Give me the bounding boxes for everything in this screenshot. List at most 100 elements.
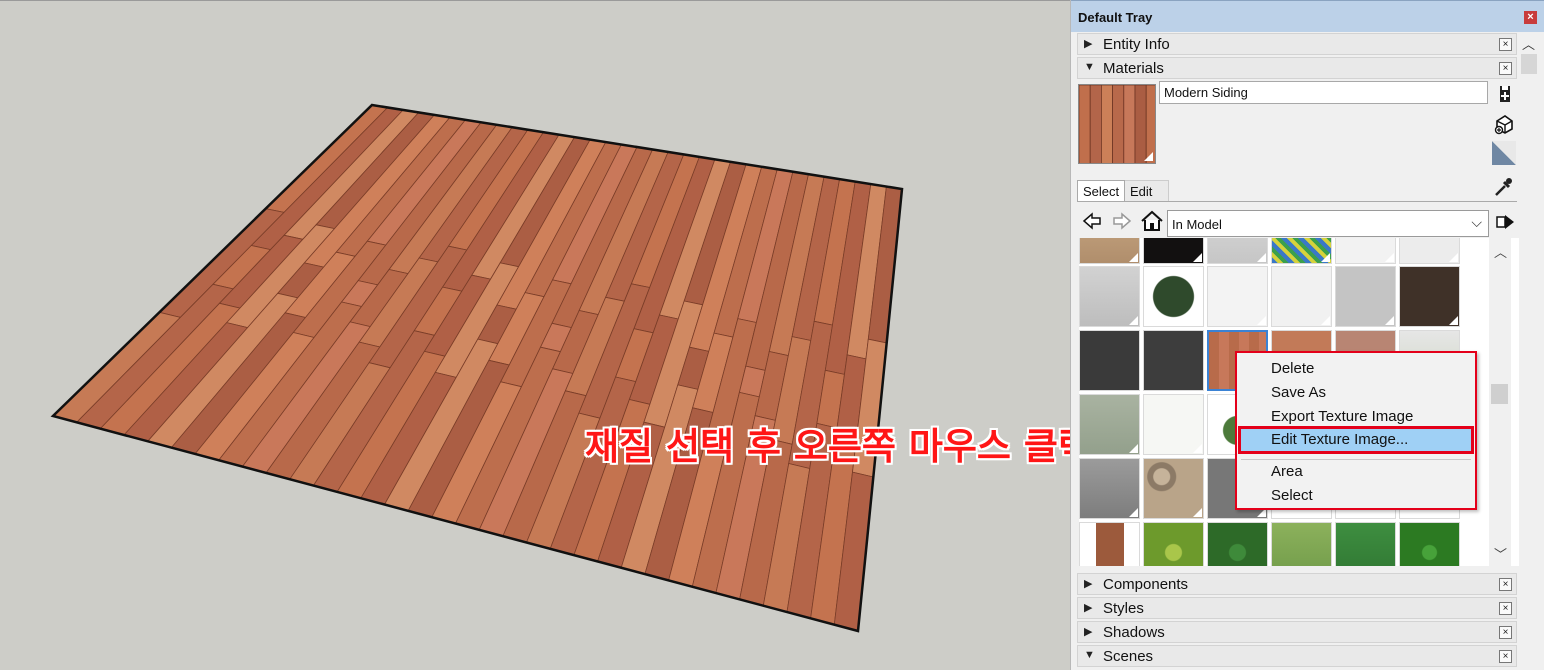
tray-title: Default Tray: [1078, 10, 1153, 25]
panel-label: Entity Info: [1103, 36, 1170, 53]
details-icon[interactable]: [1495, 211, 1517, 233]
preview-plank: [1100, 85, 1113, 163]
collapsed-triangle-icon: ▶: [1084, 578, 1093, 590]
material-swatch[interactable]: [1143, 458, 1204, 519]
material-swatch[interactable]: [1271, 266, 1332, 327]
menu-separator: [1241, 459, 1471, 460]
material-swatch[interactable]: [1143, 522, 1204, 566]
texture-corner-icon: [1193, 316, 1202, 325]
panel-close-button[interactable]: ×: [1499, 650, 1512, 663]
material-swatch[interactable]: [1335, 266, 1396, 327]
scroll-up-icon[interactable]: ︿: [1522, 34, 1535, 53]
grid-scroll-thumb[interactable]: [1491, 384, 1508, 404]
material-name-field[interactable]: Modern Siding: [1159, 81, 1488, 104]
tab-edit[interactable]: Edit: [1125, 180, 1169, 202]
default-tray: Default Tray × ︿ ▶ Entity Info × ▼ Mater…: [1070, 0, 1544, 670]
material-swatch[interactable]: [1207, 266, 1268, 327]
expanded-triangle-icon: ▼: [1084, 649, 1095, 661]
grid-scrollbar[interactable]: ︿ ﹀: [1489, 238, 1511, 566]
preview-plank: [1089, 85, 1102, 163]
panel-materials[interactable]: ▼ Materials ×: [1077, 57, 1517, 79]
material-swatch[interactable]: [1207, 522, 1268, 566]
context-menu: Delete Save As Export Texture Image Edit…: [1235, 351, 1477, 510]
home-icon[interactable]: [1140, 209, 1164, 233]
back-icon[interactable]: [1081, 210, 1103, 232]
tray-scrollbar[interactable]: ︿: [1519, 34, 1539, 670]
panel-label: Scenes: [1103, 648, 1154, 665]
material-swatch[interactable]: [1399, 522, 1460, 566]
panel-label: Materials: [1103, 60, 1164, 77]
panel-entity-info[interactable]: ▶ Entity Info ×: [1077, 33, 1517, 55]
panel-close-button[interactable]: ×: [1499, 38, 1512, 51]
material-swatch[interactable]: [1143, 266, 1204, 327]
panel-close-button[interactable]: ×: [1499, 602, 1512, 615]
eyedropper-icon[interactable]: [1492, 176, 1514, 198]
panel-styles[interactable]: ▶ Styles ×: [1077, 597, 1517, 619]
scroll-down-icon[interactable]: ﹀: [1494, 544, 1507, 563]
menu-item-edit-texture-image[interactable]: Edit Texture Image...: [1238, 426, 1474, 454]
material-swatch[interactable]: [1079, 330, 1140, 391]
collection-dropdown[interactable]: In Model ⌵: [1167, 210, 1489, 237]
menu-item-select[interactable]: Select: [1271, 487, 1313, 504]
texture-corner-icon: [1193, 444, 1202, 453]
wood-floor-model[interactable]: [0, 1, 1070, 670]
tray-close-button[interactable]: ×: [1524, 11, 1537, 24]
material-swatch[interactable]: [1143, 238, 1204, 264]
panel-scenes[interactable]: ▼ Scenes ×: [1077, 645, 1517, 667]
create-material-icon[interactable]: [1495, 84, 1515, 104]
preview-plank: [1112, 85, 1125, 163]
menu-item-save-as[interactable]: Save As: [1271, 384, 1326, 401]
material-swatch[interactable]: [1271, 238, 1332, 264]
dropdown-icon: ⌵: [1471, 214, 1482, 230]
collapsed-triangle-icon: ▶: [1084, 602, 1093, 614]
preview-plank: [1079, 85, 1091, 163]
material-preview: [1078, 84, 1156, 164]
texture-corner-icon: [1385, 253, 1394, 262]
menu-item-delete[interactable]: Delete: [1271, 360, 1314, 377]
panel-close-button[interactable]: ×: [1499, 626, 1512, 639]
panel-label: Shadows: [1103, 624, 1165, 641]
texture-corner-icon: [1449, 316, 1458, 325]
texture-corner-icon: [1193, 253, 1202, 262]
panel-close-button[interactable]: ×: [1499, 62, 1512, 75]
collapsed-triangle-icon: ▶: [1084, 38, 1093, 50]
material-swatch[interactable]: [1079, 394, 1140, 455]
texture-corner-icon: [1321, 253, 1330, 262]
forward-icon[interactable]: [1111, 210, 1133, 232]
material-swatch[interactable]: [1079, 238, 1140, 264]
menu-item-label: Edit Texture Image...: [1271, 431, 1409, 448]
texture-corner-icon: [1144, 152, 1153, 161]
material-swatch[interactable]: [1207, 238, 1268, 264]
panel-components[interactable]: ▶ Components ×: [1077, 573, 1517, 595]
texture-corner-icon: [1129, 253, 1138, 262]
texture-corner-icon: [1321, 316, 1330, 325]
panel-close-button[interactable]: ×: [1499, 578, 1512, 591]
paint-bucket-icon[interactable]: [1493, 113, 1515, 135]
material-swatch[interactable]: [1271, 522, 1332, 566]
collapsed-triangle-icon: ▶: [1084, 626, 1093, 638]
texture-corner-icon: [1257, 316, 1266, 325]
material-swatch[interactable]: [1143, 330, 1204, 391]
panel-shadows[interactable]: ▶ Shadows ×: [1077, 621, 1517, 643]
material-swatch[interactable]: [1399, 238, 1460, 264]
tray-scroll-thumb[interactable]: [1521, 54, 1537, 74]
material-swatch[interactable]: [1335, 522, 1396, 566]
material-swatch[interactable]: [1143, 394, 1204, 455]
material-swatch[interactable]: [1079, 522, 1140, 566]
material-swatch[interactable]: [1079, 266, 1140, 327]
annotation-text: 재질 선택 후 오른쪽 마우스 클릭: [585, 425, 1092, 468]
scroll-up-icon[interactable]: ︿: [1494, 242, 1507, 261]
material-swatch[interactable]: [1079, 458, 1140, 519]
menu-item-area[interactable]: Area: [1271, 463, 1303, 480]
texture-corner-icon: [1257, 253, 1266, 262]
texture-corner-icon: [1129, 316, 1138, 325]
menu-item-export-texture-image[interactable]: Export Texture Image: [1271, 408, 1413, 425]
model-viewport[interactable]: [0, 0, 1070, 670]
tab-select[interactable]: Select: [1077, 180, 1125, 202]
material-swatch[interactable]: [1399, 266, 1460, 327]
expanded-triangle-icon: ▼: [1084, 61, 1095, 73]
display-secondary-icon[interactable]: [1491, 140, 1517, 166]
texture-corner-icon: [1129, 444, 1138, 453]
material-swatch[interactable]: [1335, 238, 1396, 264]
panel-label: Components: [1103, 576, 1189, 593]
